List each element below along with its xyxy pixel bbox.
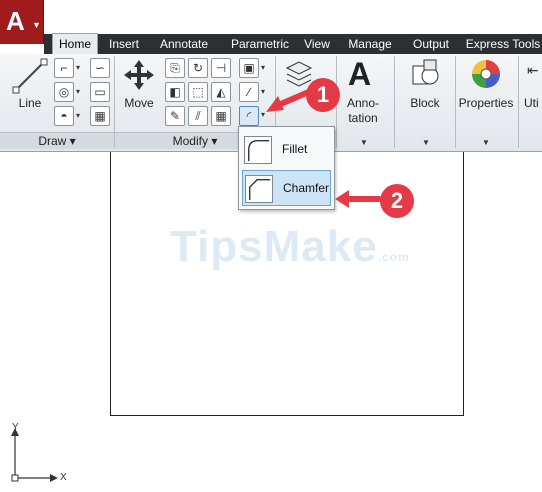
text-a-icon: A bbox=[348, 56, 372, 92]
callout-arrow-2-icon bbox=[335, 190, 382, 208]
chevron-down-icon: ▼ bbox=[360, 138, 368, 147]
spline-icon[interactable]: ∽ bbox=[90, 58, 110, 78]
scale-icon[interactable]: ◭ bbox=[211, 82, 231, 102]
ucs-x-label: X bbox=[60, 472, 67, 483]
watermark: TipsMake.com bbox=[170, 222, 410, 271]
circle-icon[interactable]: ◎ bbox=[54, 82, 74, 102]
erase-icon[interactable]: ▣ bbox=[239, 58, 259, 78]
block-label: Block bbox=[410, 96, 440, 110]
menu-item-fillet[interactable]: Fillet bbox=[242, 132, 331, 168]
line-label: Line bbox=[18, 96, 42, 110]
chevron-down-icon: ▼ bbox=[32, 20, 41, 30]
draw-panel-title[interactable]: Draw ▾ bbox=[0, 132, 114, 149]
chevron-down-icon[interactable]: ▾ bbox=[76, 63, 80, 72]
move-icon bbox=[124, 60, 154, 90]
tab-insert[interactable]: Insert bbox=[102, 34, 146, 54]
array-icon[interactable]: ▦ bbox=[211, 106, 231, 126]
ribbon-tab-bar: Home Insert Annotate Parametric View Man… bbox=[44, 33, 542, 55]
properties-label: Properties bbox=[458, 96, 514, 110]
tab-manage[interactable]: Manage bbox=[344, 34, 396, 54]
tab-parametric[interactable]: Parametric bbox=[222, 34, 298, 54]
tab-home[interactable]: Home bbox=[52, 33, 98, 55]
measure-icon: ⇤ bbox=[527, 62, 539, 78]
tab-output[interactable]: Output bbox=[406, 34, 456, 54]
ucs-y-label: Y bbox=[12, 422, 19, 433]
callout-badge-2: 2 bbox=[380, 184, 414, 218]
rotate-icon[interactable]: ↻ bbox=[188, 58, 208, 78]
callout-badge-1: 1 bbox=[306, 78, 340, 112]
rectangle-icon[interactable]: ▭ bbox=[90, 82, 110, 102]
menu-item-label: Chamfer bbox=[283, 181, 330, 195]
utilities-label: Uti bbox=[524, 96, 539, 110]
chevron-down-icon[interactable]: ▾ bbox=[261, 63, 265, 72]
chevron-down-icon[interactable]: ▾ bbox=[76, 111, 80, 120]
menu-item-chamfer[interactable]: Chamfer bbox=[242, 170, 331, 206]
autocad-logo-icon: A bbox=[6, 6, 25, 36]
pen-icon[interactable]: ✎ bbox=[165, 106, 185, 126]
arc-icon[interactable]: ◓ bbox=[54, 106, 74, 126]
line-icon bbox=[12, 58, 48, 94]
chevron-down-icon[interactable]: ▾ bbox=[76, 87, 80, 96]
fillet-icon[interactable]: ◜ bbox=[239, 106, 259, 126]
color-wheel-icon bbox=[472, 60, 500, 88]
copy-icon[interactable]: ⎘ bbox=[165, 58, 185, 78]
mirror-icon[interactable]: ◧ bbox=[165, 82, 185, 102]
tab-annotate[interactable]: Annotate bbox=[152, 34, 216, 54]
fillet-dropdown-menu: Fillet Chamfer bbox=[238, 126, 335, 210]
chevron-down-icon: ▼ bbox=[482, 138, 490, 147]
explode-icon[interactable]: ∕ bbox=[239, 82, 259, 102]
polyline-icon[interactable]: ⌐ bbox=[54, 58, 74, 78]
hatch-icon[interactable]: ▦ bbox=[90, 106, 110, 126]
offset-icon[interactable]: ⫽ bbox=[188, 106, 208, 126]
chamfer-icon bbox=[245, 175, 273, 203]
tab-view[interactable]: View bbox=[300, 34, 334, 54]
stretch-icon[interactable]: ⬚ bbox=[188, 82, 208, 102]
panel-divider bbox=[518, 56, 519, 148]
move-label: Move bbox=[124, 96, 154, 110]
chevron-down-icon: ▼ bbox=[422, 138, 430, 147]
block-icon bbox=[412, 59, 439, 85]
menu-item-label: Fillet bbox=[282, 142, 308, 156]
annotation-label-line1: Anno- bbox=[346, 96, 380, 110]
application-menu-button[interactable]: A ▼ bbox=[0, 0, 44, 44]
annotation-label-line2: tation bbox=[348, 111, 378, 125]
tab-express-tools[interactable]: Express Tools bbox=[464, 34, 542, 54]
fillet-icon bbox=[244, 136, 272, 164]
panel-divider bbox=[394, 56, 395, 148]
trim-icon[interactable]: ⊣ bbox=[211, 58, 231, 78]
